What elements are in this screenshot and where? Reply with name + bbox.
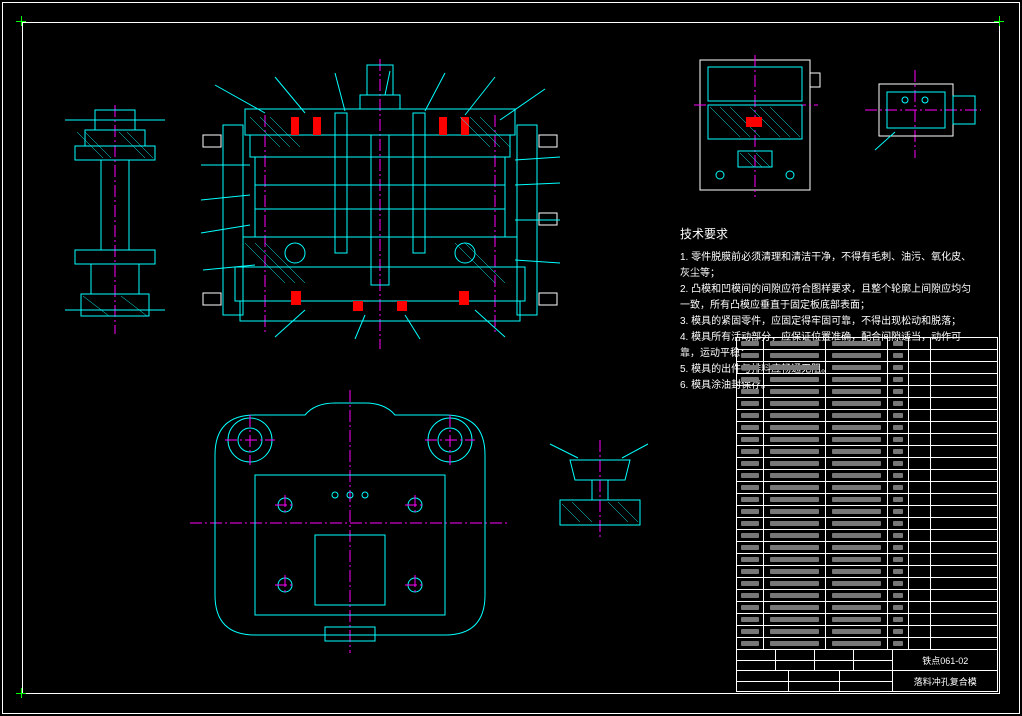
bom-row	[737, 541, 997, 553]
bom-row	[737, 397, 997, 409]
top-plan-view	[195, 395, 505, 650]
aux-top-view-2	[865, 70, 985, 160]
bom-row	[737, 409, 997, 421]
title-block: 铁点061-02 落料冲孔复合模	[736, 337, 998, 692]
tech-req-item-2: 2. 凸模和凹模间的间隙应符合图样要求，且整个轮廓上间隙应均匀一致，所有凸模应垂…	[680, 282, 980, 314]
tech-req-heading: 技术要求	[680, 225, 980, 244]
bom-row	[737, 529, 997, 541]
bom-row	[737, 577, 997, 589]
bom-row	[737, 457, 997, 469]
bom-row	[737, 361, 997, 373]
bom-row	[737, 613, 997, 625]
bom-row	[737, 469, 997, 481]
corner-mark-tr	[994, 16, 1004, 26]
bom-table	[737, 338, 997, 649]
bom-row	[737, 385, 997, 397]
bom-row	[737, 421, 997, 433]
corner-mark-tl	[16, 16, 26, 26]
bom-row	[737, 565, 997, 577]
aux-top-view-1	[690, 55, 825, 200]
bom-row	[737, 349, 997, 361]
bom-row	[737, 589, 997, 601]
cad-drawing-canvas: 技术要求 1. 零件脱膜前必须清理和清洁干净，不得有毛刺、油污、氧化皮、灰尘等；…	[0, 0, 1022, 716]
bom-row	[737, 338, 997, 349]
main-section-view	[195, 65, 565, 340]
drawing-title: 落料冲孔复合模	[914, 675, 977, 688]
bom-row	[737, 493, 997, 505]
bom-row	[737, 373, 997, 385]
bom-row	[737, 517, 997, 529]
bom-row	[737, 601, 997, 613]
bom-row	[737, 445, 997, 457]
drawing-number: 铁点061-02	[922, 654, 968, 667]
bom-row	[737, 481, 997, 493]
corner-mark-bl	[16, 688, 26, 698]
bom-row	[737, 433, 997, 445]
tech-req-item-1: 1. 零件脱膜前必须清理和清洁干净，不得有毛刺、油污、氧化皮、灰尘等；	[680, 250, 980, 282]
detail-a-view	[530, 440, 670, 540]
bom-row	[737, 625, 997, 637]
tech-req-item-3: 3. 模具的紧固零件，应固定得牢固可靠，不得出现松动和脱落；	[680, 314, 980, 330]
bom-row	[737, 505, 997, 517]
left-section-view	[55, 110, 175, 330]
bom-row	[737, 553, 997, 565]
bom-row	[737, 637, 997, 649]
